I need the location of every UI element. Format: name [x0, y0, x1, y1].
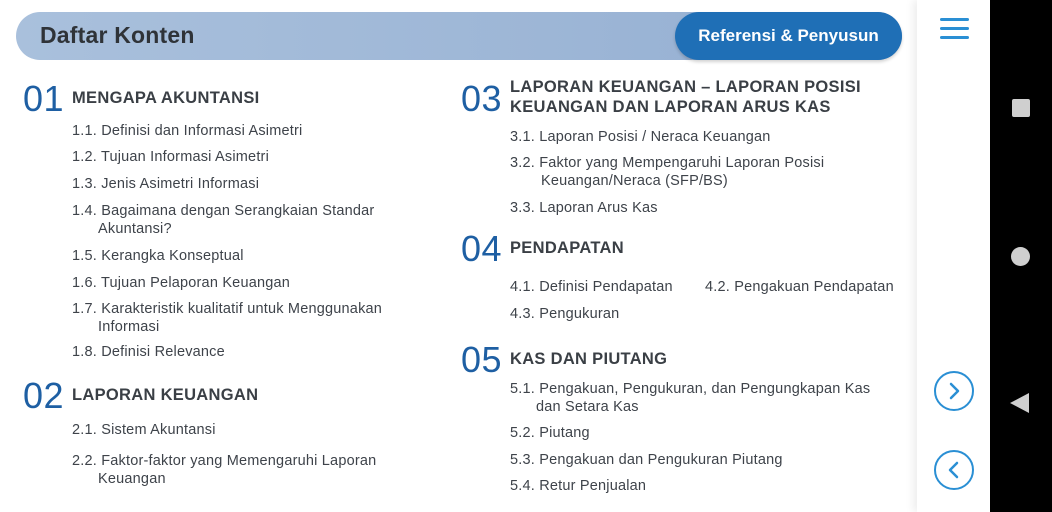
toc-item-label-cont: Informasi: [98, 319, 160, 335]
toc-item-label: 3.2. Faktor yang Mempengaruhi Laporan Po…: [510, 155, 825, 171]
toc-item-3-3[interactable]: 3.3. Laporan Arus Kas: [510, 199, 658, 217]
chevron-right-icon: [949, 382, 960, 400]
toc-item-3-2[interactable]: 3.2. Faktor yang Mempengaruhi Laporan Po…: [510, 154, 824, 190]
toc-item-label: 1.8. Definisi Relevance: [72, 344, 225, 360]
right-rail: [917, 0, 990, 512]
toc-item-label-cont: Keuangan: [98, 471, 166, 487]
toc-item-1-1[interactable]: 1.1. Definisi dan Informasi Asimetri: [72, 122, 302, 140]
toc-item-label: 4.3. Pengukuran: [510, 306, 620, 322]
toc-item-label: 3.3. Laporan Arus Kas: [510, 200, 658, 216]
toc-item-label: 1.7. Karakteristik kualitatif untuk Meng…: [72, 301, 383, 317]
toc-item-label: 1.2. Tujuan Informasi Asimetri: [72, 149, 269, 165]
toc-item-label: 4.1. Definisi Pendapatan: [510, 279, 673, 295]
toc-item-2-2[interactable]: 2.2. Faktor-faktor yang Memengaruhi Lapo…: [72, 452, 376, 488]
section-title-01: MENGAPA AKUNTANSI: [72, 89, 260, 107]
toc-item-1-7[interactable]: 1.7. Karakteristik kualitatif untuk Meng…: [72, 300, 382, 336]
back-triangle-icon[interactable]: [1010, 393, 1029, 413]
toc-item-5-4[interactable]: 5.4. Retur Penjualan: [510, 477, 646, 495]
recents-square-icon[interactable]: [1012, 99, 1030, 117]
toc-item-label: 5.1. Pengakuan, Pengukuran, dan Pengungk…: [510, 381, 871, 397]
section-title-03-line2: KEUANGAN DAN LAPORAN ARUS KAS: [510, 98, 831, 116]
toc-item-5-2[interactable]: 5.2. Piutang: [510, 424, 590, 442]
toc-item-label-cont: Keuangan/Neraca (SFP/BS): [541, 173, 728, 189]
toc-item-label: 1.1. Definisi dan Informasi Asimetri: [72, 123, 303, 139]
toc-item-4-3[interactable]: 4.3. Pengukuran: [510, 305, 619, 323]
toc-item-label: 3.1. Laporan Posisi / Neraca Keuangan: [510, 129, 771, 145]
toc-item-label: 5.2. Piutang: [510, 425, 590, 441]
toc-item-label: 5.4. Retur Penjualan: [510, 478, 647, 494]
toc-item-4-1[interactable]: 4.1. Definisi Pendapatan: [510, 278, 673, 296]
section-number-02: 02: [23, 375, 65, 416]
section-number-03: 03: [461, 78, 503, 119]
toc-item-label-cont: dan Setara Kas: [536, 399, 639, 415]
toc-item-1-3[interactable]: 1.3. Jenis Asimetri Informasi: [72, 175, 259, 193]
hamburger-menu-icon[interactable]: [940, 18, 969, 40]
home-circle-icon[interactable]: [1011, 247, 1030, 266]
previous-page-button[interactable]: [934, 450, 974, 490]
toc-item-1-4[interactable]: 1.4. Bagaimana dengan Serangkaian Standa…: [72, 202, 374, 238]
section-title-03-line1: LAPORAN KEUANGAN – LAPORAN POSISI: [510, 78, 861, 96]
section-title-02: LAPORAN KEUANGAN: [72, 386, 259, 404]
section-number-04: 04: [461, 228, 503, 269]
toc-item-4-2[interactable]: 4.2. Pengakuan Pendapatan: [705, 278, 894, 296]
section-title-05: KAS DAN PIUTANG: [510, 350, 668, 368]
toc-item-1-6[interactable]: 1.6. Tujuan Pelaporan Keuangan: [72, 274, 290, 292]
toc-item-label: 2.1. Sistem Akuntansi: [72, 422, 216, 438]
toc-item-2-1[interactable]: 2.1. Sistem Akuntansi: [72, 421, 216, 439]
toc-item-3-1[interactable]: 3.1. Laporan Posisi / Neraca Keuangan: [510, 128, 771, 146]
toc-item-label: 2.2. Faktor-faktor yang Memengaruhi Lapo…: [72, 453, 377, 469]
toc-item-label: 1.3. Jenis Asimetri Informasi: [72, 176, 260, 192]
next-page-button[interactable]: [934, 371, 974, 411]
toc-item-label: 1.5. Kerangka Konseptual: [72, 248, 244, 264]
section-title-03: LAPORAN KEUANGAN – LAPORAN POSISI KEUANG…: [510, 77, 861, 117]
toc-item-label-cont: Akuntansi?: [98, 221, 172, 237]
toc-item-5-3[interactable]: 5.3. Pengakuan dan Pengukuran Piutang: [510, 451, 783, 469]
chevron-left-icon: [948, 461, 959, 479]
toc-item-label: 4.2. Pengakuan Pendapatan: [705, 279, 894, 295]
toc-item-label: 1.4. Bagaimana dengan Serangkaian Standa…: [72, 203, 375, 219]
toc-item-1-5[interactable]: 1.5. Kerangka Konseptual: [72, 247, 244, 265]
section-number-01: 01: [23, 78, 65, 119]
section-title-04: PENDAPATAN: [510, 239, 624, 257]
toc-item-label: 5.3. Pengakuan dan Pengukuran Piutang: [510, 452, 783, 468]
toc-item-label: 1.6. Tujuan Pelaporan Keuangan: [72, 275, 291, 291]
toc-item-5-1[interactable]: 5.1. Pengakuan, Pengukuran, dan Pengungk…: [510, 380, 870, 416]
references-authors-button[interactable]: Referensi & Penyusun: [675, 12, 902, 60]
section-number-05: 05: [461, 339, 503, 380]
toc-item-1-8[interactable]: 1.8. Definisi Relevance: [72, 343, 225, 361]
page-title: Daftar Konten: [40, 22, 195, 48]
toc-item-1-2[interactable]: 1.2. Tujuan Informasi Asimetri: [72, 148, 269, 166]
